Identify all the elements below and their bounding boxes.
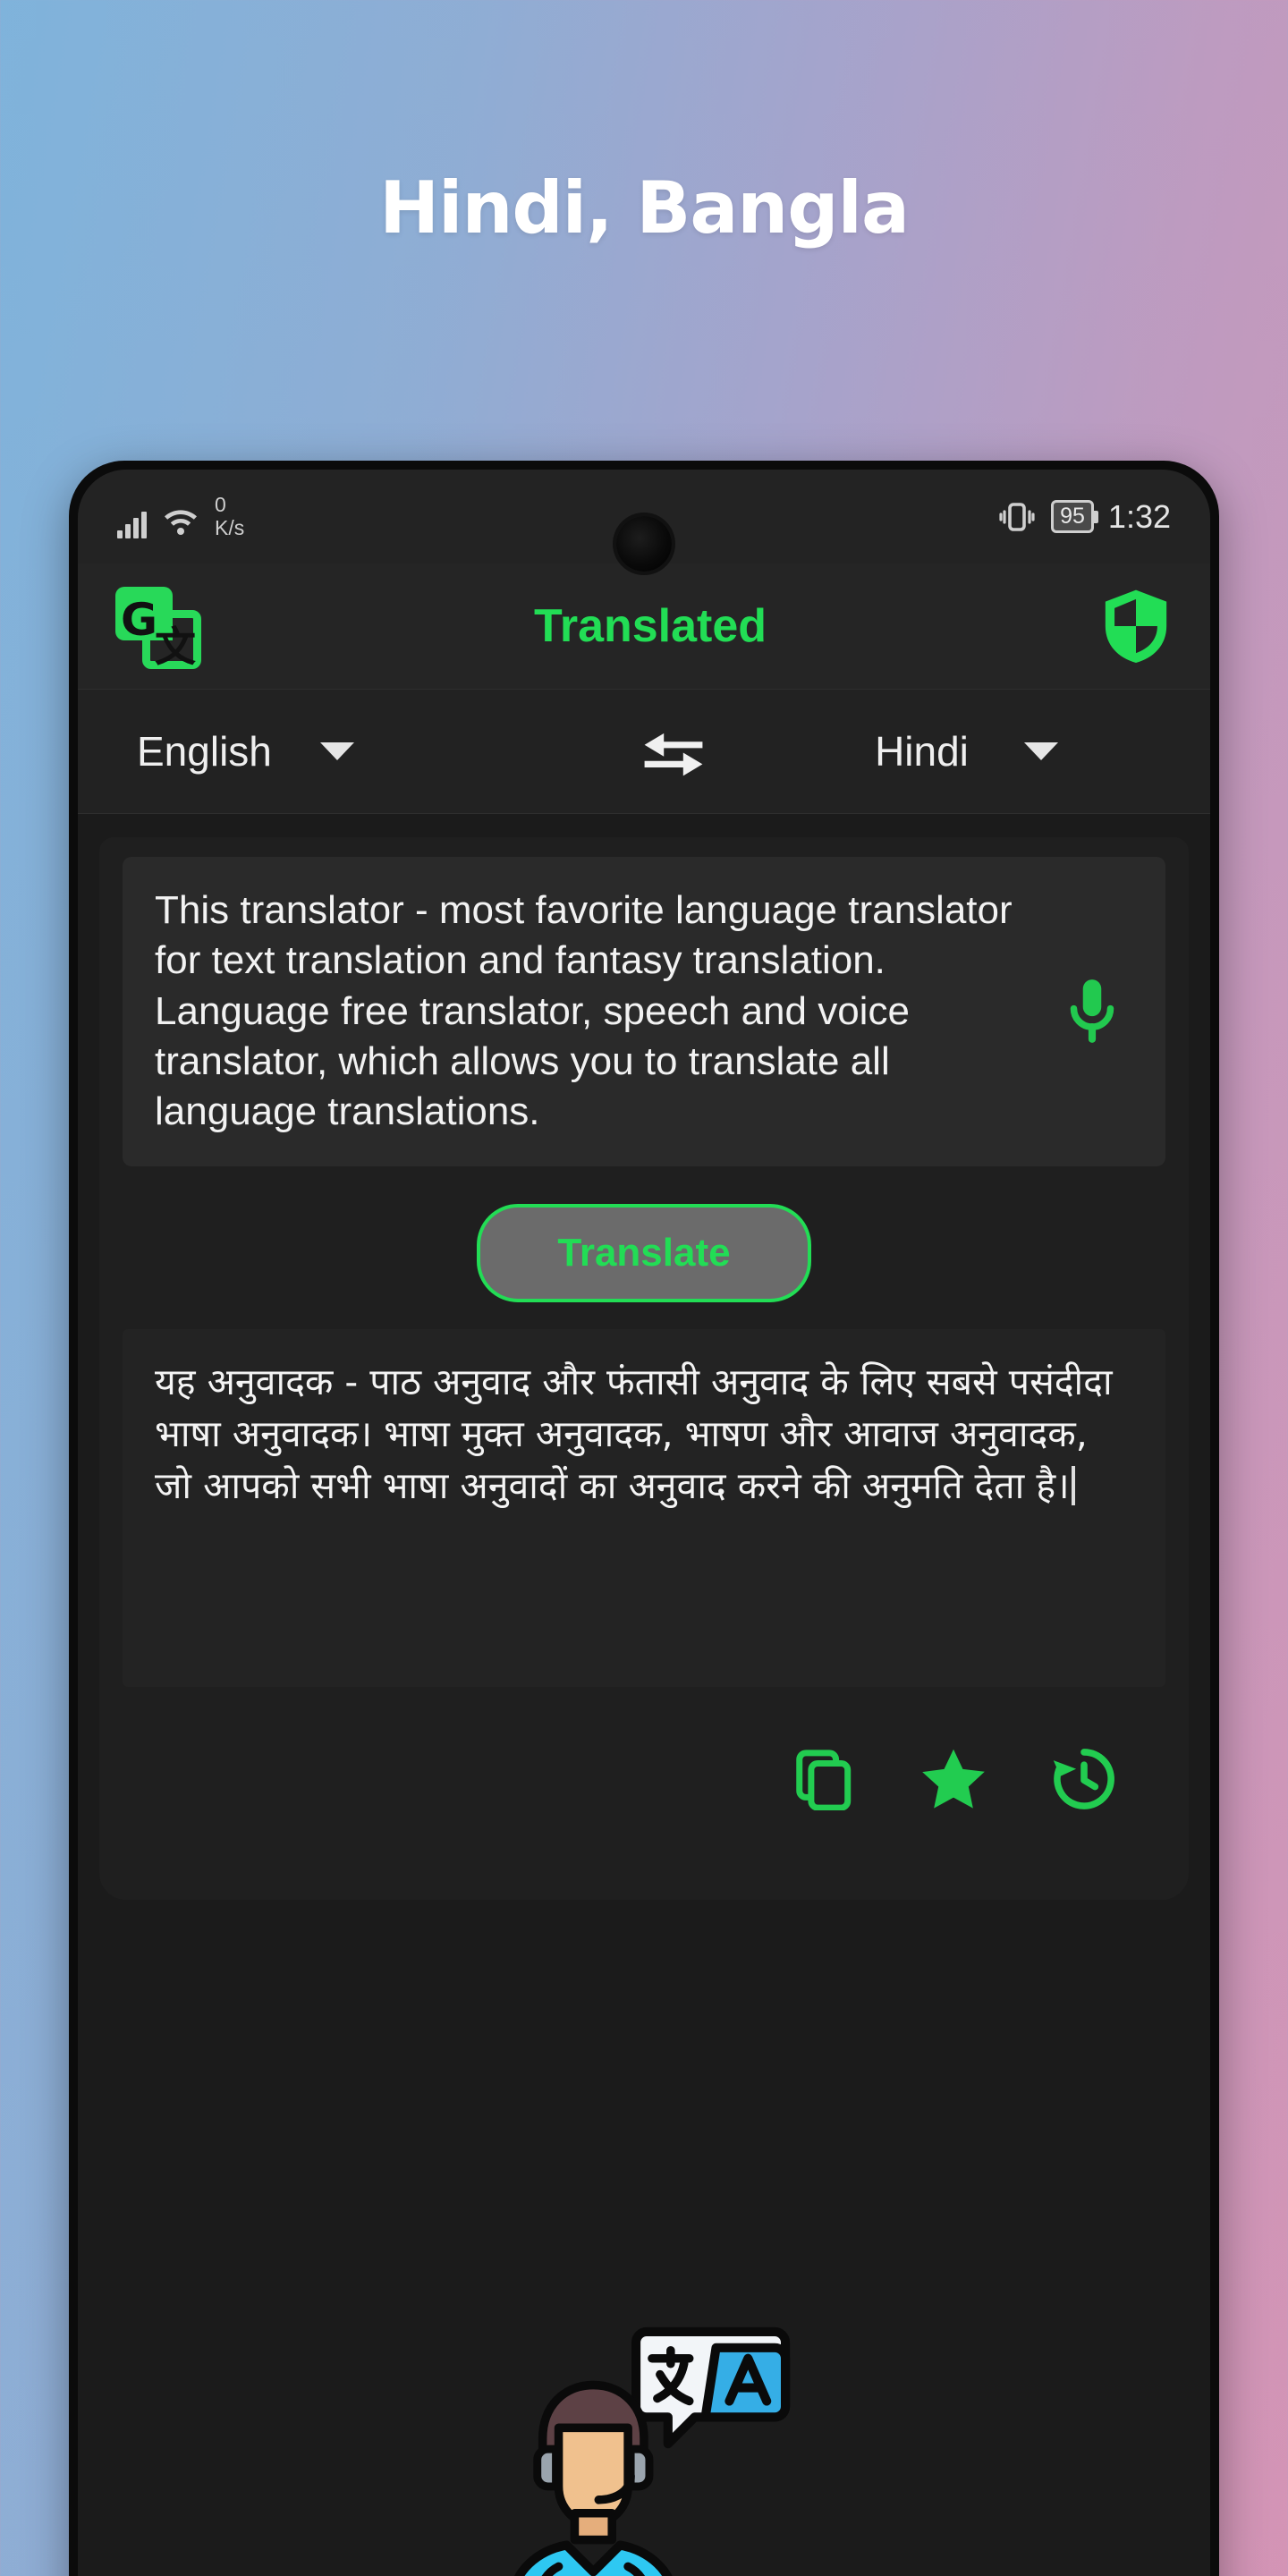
translator-person-illustration	[514, 2326, 791, 2576]
source-text-box[interactable]: This translator - most favorite language…	[123, 857, 1165, 1166]
text-cursor	[1071, 1466, 1075, 1505]
page-title: Translated	[533, 600, 767, 652]
status-bar-right: 95 1:32	[997, 498, 1171, 536]
translated-text-wrapper[interactable]: यह अनुवादक - पाठ अनुवाद और फंतासी अनुवाद…	[155, 1356, 1133, 1513]
screen-body: This translator - most favorite language…	[78, 814, 1210, 2576]
phone-screen: 0 K/s 95 1:32 G 文 Translated English Hin…	[78, 470, 1210, 2576]
output-text-box[interactable]: यह अनुवादक - पाठ अनुवाद और फंतासी अनुवाद…	[123, 1328, 1165, 1687]
favorite-button[interactable]	[919, 1744, 988, 1814]
promo-headline: Hindi, Bangla	[379, 166, 910, 250]
translated-text: यह अनुवादक - पाठ अनुवाद और फंतासी अनुवाद…	[155, 1360, 1113, 1507]
status-bar-left: 0 K/s	[117, 495, 244, 538]
action-bar	[99, 1687, 1189, 1900]
vibrate-icon	[999, 502, 1035, 531]
chevron-down-icon[interactable]	[1023, 742, 1058, 760]
copy-icon	[796, 1749, 852, 1810]
logo-letter: G	[121, 594, 158, 646]
star-icon	[922, 1749, 985, 1809]
shield-icon[interactable]	[1099, 585, 1173, 667]
signal-bars-icon	[117, 512, 147, 538]
target-language-selector[interactable]: Hindi	[723, 727, 1210, 775]
translate-app-logo-icon[interactable]: G 文	[115, 583, 201, 669]
translation-card: This translator - most favorite language…	[99, 837, 1189, 1900]
wifi-icon	[165, 510, 197, 535]
language-selector-bar: English Hindi	[78, 689, 1210, 814]
network-speed-unit: K/s	[215, 516, 245, 539]
app-header: G 文 Translated	[78, 564, 1210, 689]
front-camera-punch-hole	[616, 516, 672, 572]
swap-arrows-icon	[644, 733, 703, 776]
history-icon	[1053, 1748, 1114, 1809]
copy-button[interactable]	[788, 1744, 858, 1814]
battery-indicator: 95	[1051, 500, 1098, 533]
swap-languages-button[interactable]	[624, 719, 723, 784]
source-language-selector[interactable]: English	[78, 727, 624, 775]
target-language-label: Hindi	[875, 728, 969, 775]
network-speed-value: 0	[215, 493, 226, 516]
logo-cjk-glyph: 文	[155, 623, 196, 671]
translate-button-row: Translate	[99, 1166, 1189, 1329]
translate-button[interactable]: Translate	[477, 1203, 811, 1302]
source-language-label: English	[137, 728, 272, 775]
status-bar-clock: 1:32	[1107, 497, 1171, 535]
phone-frame: 0 K/s 95 1:32 G 文 Translated English Hin…	[69, 461, 1219, 2576]
history-button[interactable]	[1049, 1744, 1119, 1814]
source-text[interactable]: This translator - most favorite language…	[155, 886, 1051, 1138]
network-speed-indicator: 0 K/s	[215, 495, 244, 538]
microphone-icon	[1070, 979, 1114, 1043]
chevron-down-icon[interactable]	[319, 742, 354, 760]
voice-input-button[interactable]	[1051, 975, 1133, 1048]
status-bar: 0 K/s 95 1:32	[78, 470, 1210, 572]
